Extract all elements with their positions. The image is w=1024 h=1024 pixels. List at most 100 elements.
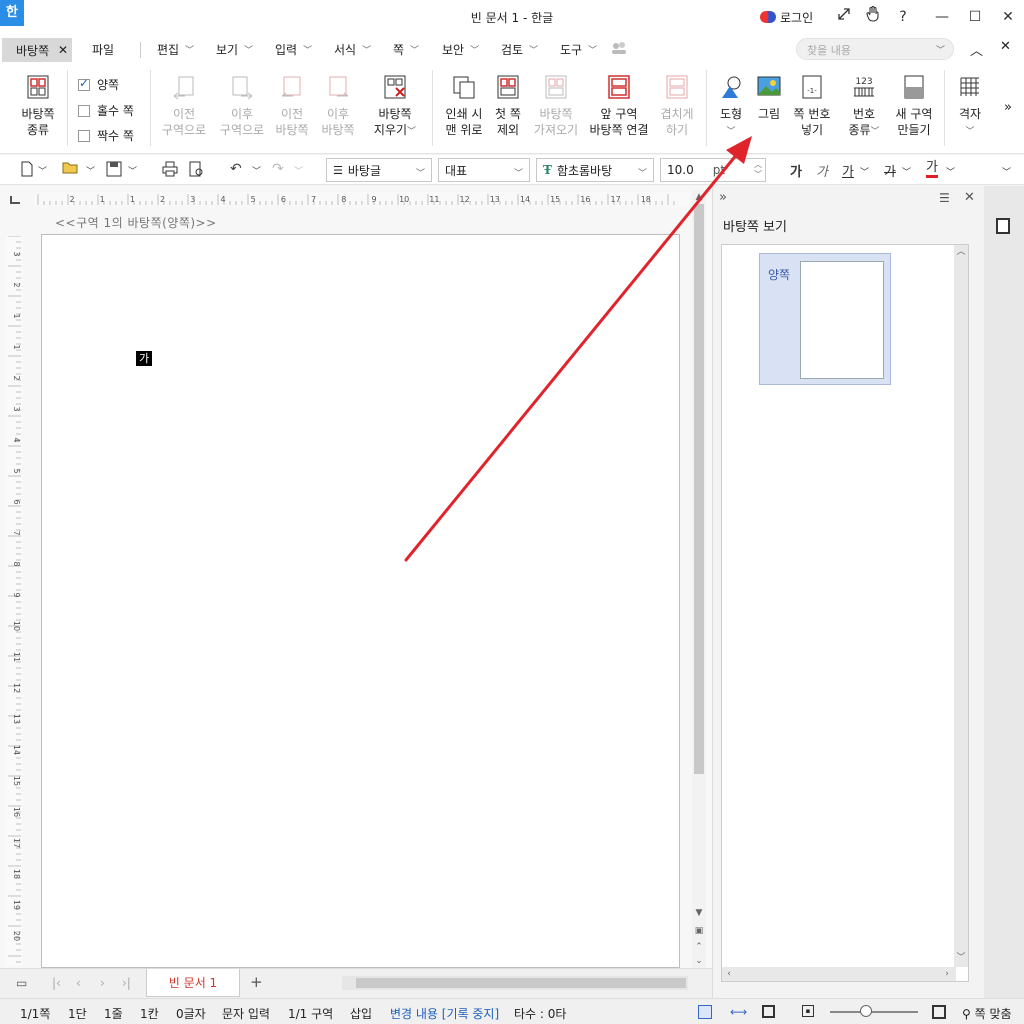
chevron-down-icon[interactable]: ﹀ xyxy=(38,164,47,177)
font-size-input[interactable]: 10.0 pt ︿ ﹀ xyxy=(660,158,766,182)
size-stepper[interactable]: ︿ ﹀ xyxy=(754,160,762,180)
menu-view[interactable]: 보기 ﹀ xyxy=(216,41,253,58)
chevron-down-icon[interactable]: ﹀ xyxy=(946,165,955,178)
menu-security[interactable]: 보안 ﹀ xyxy=(442,41,479,58)
document-tab[interactable]: 빈 문서 1 xyxy=(146,969,240,997)
panel-horizontal-scrollbar[interactable]: ‹ › xyxy=(722,967,956,981)
document-area[interactable]: 2 1 1 2 3 4 5 6 7 8 9 10 11 12 13 14 15 16 17 18 3211234567… xyxy=(0,186,712,968)
prev-tab-icon[interactable]: ‹ xyxy=(76,976,81,990)
delete-master-button[interactable]: 바탕쪽 지우기﹀ xyxy=(370,74,420,140)
menu-tools[interactable]: 도구 ﹀ xyxy=(560,41,597,58)
grid-button[interactable]: 격자 ﹀ xyxy=(952,74,988,140)
next-tab-icon[interactable]: › xyxy=(100,976,105,990)
font-select[interactable]: Ŧ 함초롬바탕 ﹀ xyxy=(536,158,654,182)
checkbox-odd-box[interactable] xyxy=(78,104,90,117)
horizontal-ruler[interactable]: 2 1 1 2 3 4 5 6 7 8 9 10 11 12 13 14 15 16 17 18 xyxy=(34,192,690,206)
menu-file[interactable]: 파일 xyxy=(92,41,114,58)
exclude-first-button[interactable]: 첫 쪽 제외 xyxy=(490,74,526,138)
print-preview-icon[interactable] xyxy=(188,161,204,181)
picture-button[interactable]: 그림 xyxy=(754,74,784,122)
panel-vertical-scrollbar[interactable]: ︿ ﹀ xyxy=(954,245,968,967)
scroll-up-icon[interactable]: ︿ xyxy=(954,245,968,259)
ribbon-more-icon[interactable]: » xyxy=(998,100,1018,116)
zoom-fit-icon[interactable] xyxy=(932,1005,946,1019)
text-cursor-char[interactable]: 가 xyxy=(136,351,152,366)
undo-icon[interactable]: ↶ xyxy=(230,161,242,177)
expand-icon[interactable] xyxy=(833,6,855,28)
menu-format[interactable]: 서식 ﹀ xyxy=(334,41,371,58)
next-master-button[interactable]: 이후 바탕쪽 xyxy=(318,74,358,138)
last-tab-icon[interactable]: ›| xyxy=(122,976,131,990)
toolbar-more-icon[interactable]: ﹀ xyxy=(1002,165,1011,178)
full-page-icon[interactable] xyxy=(762,1005,775,1018)
help-icon[interactable]: ? xyxy=(892,6,914,28)
close-doc-icon[interactable]: ✕ xyxy=(1000,39,1011,54)
first-tab-icon[interactable]: |‹ xyxy=(52,976,61,990)
minimize-icon[interactable]: — xyxy=(931,6,953,28)
vertical-scrollbar[interactable]: ▲ ▼ ▣ ⌃ ⌄ xyxy=(692,190,706,968)
panel-close-icon[interactable]: ✕ xyxy=(964,190,975,205)
search-input[interactable]: 찾을 내용 ﹀ xyxy=(796,38,954,60)
font-color-button[interactable]: 가 xyxy=(926,161,938,178)
checkbox-even-box[interactable] xyxy=(78,129,90,142)
hscroll-thumb[interactable] xyxy=(356,978,686,988)
menu-insert[interactable]: 입력 ﹀ xyxy=(275,41,312,58)
overlap-button[interactable]: 겹치게 하기 xyxy=(656,74,698,138)
page-view-icon[interactable]: ▣ xyxy=(692,924,706,938)
italic-button[interactable]: 가 xyxy=(816,161,828,180)
panel-menu-icon[interactable]: ☰ xyxy=(939,191,950,205)
scroll-right-icon[interactable]: › xyxy=(940,967,954,981)
collapse-ribbon-icon[interactable]: ︿ xyxy=(970,40,983,59)
status-insert[interactable]: 삽입 xyxy=(350,1005,372,1022)
print-on-top-button[interactable]: 인쇄 시 맨 위로 xyxy=(440,74,488,138)
zoom-fit-button[interactable]: ⚲ 쪽 맞춤 xyxy=(962,1005,1012,1022)
master-type-button[interactable]: 바탕쪽 종류 xyxy=(16,74,60,138)
font-lang-select[interactable]: 대표 ﹀ xyxy=(438,158,530,182)
master-page-list[interactable]: 양쪽 ︿ ﹀ ‹ › xyxy=(721,244,969,982)
checkbox-both-box[interactable] xyxy=(78,76,90,91)
chevron-down-icon[interactable]: ﹀ xyxy=(128,164,137,177)
link-prev-button[interactable]: 앞 구역 바탕쪽 연결 xyxy=(586,74,652,138)
underline-button[interactable]: 가 xyxy=(842,161,854,180)
scroll-left-icon[interactable]: ‹ xyxy=(722,967,736,981)
menu-page[interactable]: 쪽 ﹀ xyxy=(393,41,419,58)
fit-width-icon[interactable]: ⟷ xyxy=(730,1005,747,1019)
horizontal-scrollbar[interactable] xyxy=(342,976,688,990)
redo-icon[interactable]: ↷ xyxy=(272,161,284,177)
new-document-icon[interactable] xyxy=(20,161,34,181)
vertical-ruler[interactable]: 3211234567891011121314151617181920 xyxy=(6,236,22,966)
prev-master-button[interactable]: 이전 바탕쪽 xyxy=(272,74,312,138)
track-changes-status[interactable]: 변경 내용 [기록 중지] xyxy=(390,1005,499,1022)
prev-page-icon[interactable]: ⌃ xyxy=(692,940,706,954)
zoom-slider-knob[interactable] xyxy=(860,1005,872,1017)
login-button[interactable]: 로그인 xyxy=(760,8,813,26)
scroll-down-icon[interactable]: ﹀ xyxy=(954,951,968,965)
new-section-button[interactable]: 새 구역 만들기 xyxy=(892,74,936,138)
style-select[interactable]: ☰ 바탕글 ﹀ xyxy=(326,158,432,182)
close-tab-icon[interactable]: ✕ xyxy=(58,43,68,57)
shape-button[interactable]: 도형 ﹀ xyxy=(714,74,748,140)
import-master-button[interactable]: 바탕쪽 가져오기 xyxy=(530,74,582,138)
menu-edit[interactable]: 편집 ﹀ xyxy=(157,41,194,58)
ruler-corner-icon[interactable] xyxy=(10,196,20,204)
strikethrough-button[interactable]: 가 xyxy=(884,161,896,180)
zoom-out-icon[interactable]: ▪ xyxy=(802,1005,814,1017)
chevron-down-icon[interactable]: ﹀ xyxy=(252,164,261,177)
bold-button[interactable]: 가 xyxy=(790,161,802,180)
memo-icon[interactable]: ▭ xyxy=(16,976,27,990)
menu-review[interactable]: 검토 ﹀ xyxy=(501,41,538,58)
hand-icon[interactable] xyxy=(862,5,884,28)
add-tab-button[interactable]: + xyxy=(250,973,263,991)
chevron-down-icon[interactable]: ﹀ xyxy=(936,43,945,56)
number-type-button[interactable]: 123 번호 종류﹀ xyxy=(842,74,886,140)
chevron-down-icon[interactable]: ﹀ xyxy=(86,164,95,177)
open-folder-icon[interactable] xyxy=(62,161,80,179)
page-panel-icon[interactable] xyxy=(996,218,1010,234)
checkbox-even[interactable]: 짝수 쪽 xyxy=(78,127,134,144)
page-number-button[interactable]: -1- 쪽 번호 넣기 xyxy=(790,74,834,138)
chevron-down-icon[interactable]: ﹀ xyxy=(902,165,911,178)
next-page-icon[interactable]: ⌄ xyxy=(692,954,706,968)
zoom-slider[interactable] xyxy=(830,1011,918,1013)
page-layout-icon[interactable] xyxy=(698,1005,712,1019)
scroll-thumb[interactable] xyxy=(694,204,704,774)
